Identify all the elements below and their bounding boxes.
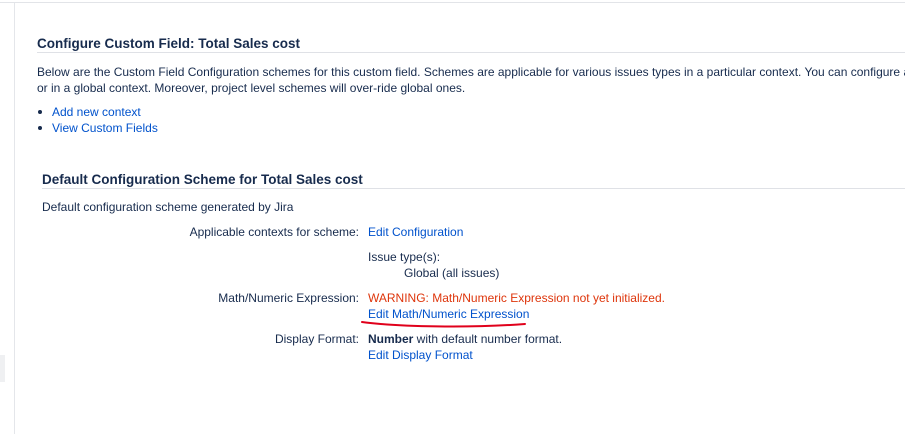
scheme-title: Default Configuration Scheme for Total S… xyxy=(42,172,363,187)
math-expression-label: Math/Numeric Expression: xyxy=(218,291,359,305)
edit-configuration-link[interactable]: Edit Configuration xyxy=(368,225,463,239)
list-item: View Custom Fields xyxy=(37,120,158,136)
display-format-value: Number with default number format. xyxy=(368,332,562,346)
top-divider xyxy=(0,2,905,3)
page-description: Below are the Custom Field Configuration… xyxy=(37,64,905,96)
view-custom-fields-link[interactable]: View Custom Fields xyxy=(52,121,158,135)
edit-display-format-link[interactable]: Edit Display Format xyxy=(368,348,473,362)
scheme-divider xyxy=(42,188,905,189)
red-annotation-underline xyxy=(361,321,526,328)
add-new-context-link[interactable]: Add new context xyxy=(52,105,141,119)
page-title: Configure Custom Field: Total Sales cost xyxy=(37,36,301,51)
sidebar-collapse-handle[interactable] xyxy=(0,355,5,382)
contexts-label: Applicable contexts for scheme: xyxy=(189,225,359,239)
sidebar-divider xyxy=(14,3,15,434)
math-expression-warning: WARNING: Math/Numeric Expression not yet… xyxy=(368,291,665,305)
issue-types-label: Issue type(s): xyxy=(368,250,441,264)
description-line-2: or in a global context. Moreover, projec… xyxy=(37,81,466,95)
display-format-type: Number xyxy=(368,332,414,346)
display-format-description: with default number format. xyxy=(413,332,563,346)
issue-types-value: Global (all issues) xyxy=(404,266,500,280)
description-line-1: Below are the Custom Field Configuration… xyxy=(37,65,905,79)
display-format-label: Display Format: xyxy=(274,332,359,346)
list-item: Add new context xyxy=(37,104,158,120)
action-links: Add new context View Custom Fields xyxy=(37,104,158,136)
scheme-description: Default configuration scheme generated b… xyxy=(42,200,294,214)
title-divider xyxy=(37,52,905,53)
